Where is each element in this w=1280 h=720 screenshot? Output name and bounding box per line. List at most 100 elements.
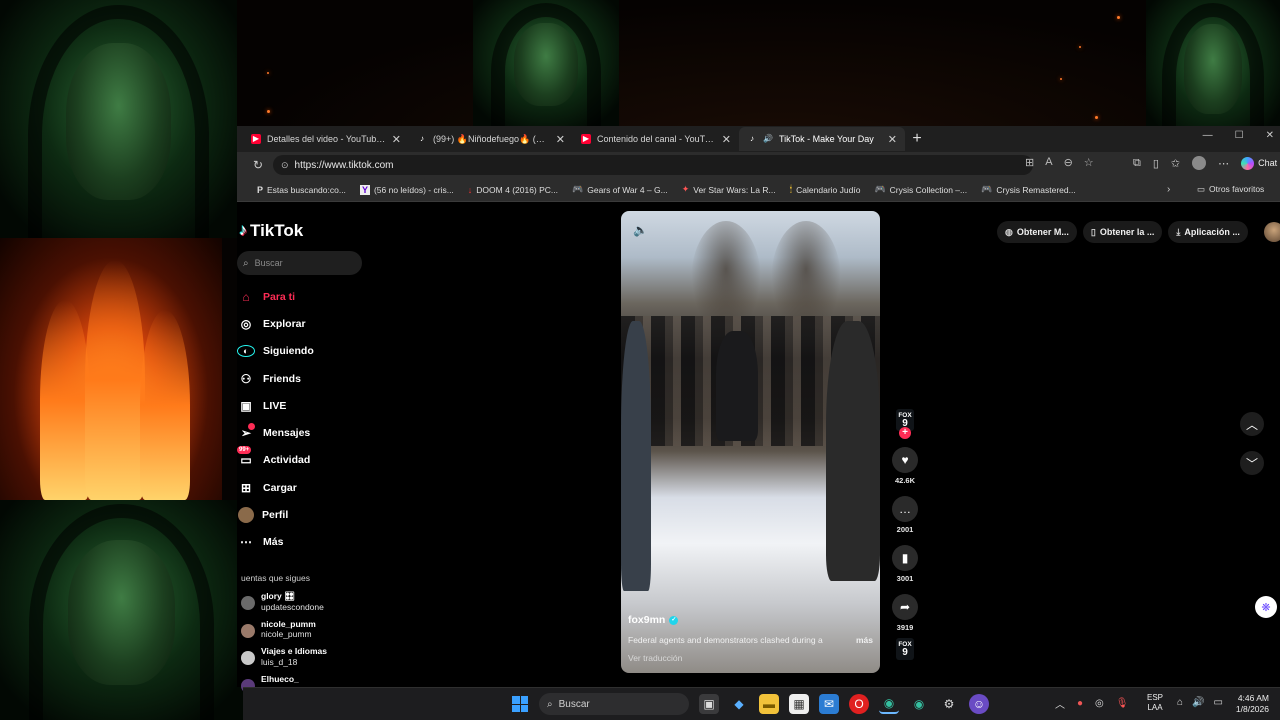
- download-icon: ↓: [467, 184, 473, 195]
- user-avatar[interactable]: [1263, 222, 1280, 242]
- profile-avatar[interactable]: [1192, 156, 1207, 170]
- share-count: 3919: [896, 623, 914, 632]
- bookmarks-bar: P Estas buscando:co... Y (56 no leídos) - …: [237, 178, 1280, 202]
- other-bookmarks[interactable]: ▭ Otros favoritos: [1197, 184, 1264, 195]
- more-link[interactable]: más: [856, 635, 873, 645]
- close-icon[interactable]: ✕: [722, 133, 731, 146]
- sidebar-item-actividad[interactable]: ▭ 99+ Actividad: [237, 446, 377, 474]
- following-account[interactable]: nicole_pumm nicole_pumm: [241, 619, 371, 647]
- windows-start-icon[interactable]: [512, 696, 528, 712]
- chevron-right-icon[interactable]: ›: [1167, 184, 1170, 195]
- clock[interactable]: 4:46 AM 1/8/2026: [1227, 693, 1269, 715]
- maximize-icon[interactable]: ☐: [1235, 130, 1244, 141]
- translate-icon[interactable]: A: [1045, 156, 1052, 169]
- like-button[interactable]: ♥ 42.6K: [892, 447, 918, 485]
- sidebar-item-perfil[interactable]: Perfil: [237, 501, 377, 528]
- sidebar-item-para-ti[interactable]: ⌂ Para ti: [237, 283, 377, 310]
- comment-button[interactable]: … 2001: [892, 496, 918, 534]
- menu-icon[interactable]: ⋯: [1218, 157, 1229, 170]
- favorites-icon[interactable]: ✩: [1171, 157, 1180, 170]
- phone-link-icon[interactable]: ▯: [1153, 157, 1159, 170]
- account-handle: luis_d_18: [261, 656, 298, 667]
- sidebar-item-live[interactable]: ▣ LIVE: [237, 392, 377, 419]
- speaker-icon[interactable]: 🔊: [763, 134, 773, 144]
- verified-icon: ✓: [669, 615, 679, 625]
- bookmark-item[interactable]: 🎮 Gears of War 4 – G...: [572, 184, 668, 195]
- url-field[interactable]: ⊙ https://www.tiktok.com: [273, 155, 1033, 175]
- store-icon[interactable]: ▦: [789, 694, 809, 714]
- site-info-icon[interactable]: ⊙: [281, 160, 289, 171]
- bookmark-item[interactable]: 🎮 Crysis Remastered...: [981, 184, 1076, 195]
- tray-app-icon[interactable]: ◎: [1095, 698, 1104, 709]
- bookmark-item[interactable]: 🎮 Crysis Collection –...: [874, 184, 967, 195]
- previous-video-button[interactable]: ︿: [1240, 412, 1264, 436]
- follow-plus-icon[interactable]: +: [899, 427, 911, 439]
- sound-avatar[interactable]: FOX 9: [896, 638, 914, 660]
- close-icon[interactable]: ✕: [556, 133, 565, 146]
- search-input[interactable]: ⌕ Buscar: [237, 251, 362, 275]
- creator-avatar[interactable]: FOX 9 +: [896, 409, 914, 439]
- tab-youtube-studio-content[interactable]: ▶ Contenido del canal - YouTube Studio ✕: [573, 127, 739, 151]
- file-explorer-icon[interactable]: ▬: [759, 694, 779, 714]
- reload-icon[interactable]: ↻: [247, 158, 269, 172]
- screen: ▶ Detalles del video - YouTube Studio ✕ …: [0, 0, 1280, 720]
- tiktok-logo[interactable]: ♪ TikTok: [239, 221, 303, 241]
- account-name: Viajes e Idiomas: [261, 646, 327, 656]
- copilot-button[interactable]: Chat: [1241, 156, 1277, 170]
- next-video-button[interactable]: ﹀: [1240, 451, 1264, 475]
- opera-icon[interactable]: O: [849, 694, 869, 714]
- bookmark-label: DOOM 4 (2016) PC...: [476, 184, 559, 195]
- tab-youtube-studio-details[interactable]: ▶ Detalles del video - YouTube Studio ✕: [243, 127, 409, 151]
- bookmark-item[interactable]: Y (56 no leídos) - cris...: [359, 184, 454, 195]
- tiktok-icon: ♪: [750, 134, 754, 143]
- desktop-app-button[interactable]: ⤓ Aplicación ...: [1168, 221, 1248, 243]
- close-icon[interactable]: ✕: [392, 133, 401, 146]
- extensions-icon[interactable]: ⧉: [1133, 157, 1141, 170]
- save-button[interactable]: ▮ 3001: [892, 545, 918, 583]
- sidebar-item-mas[interactable]: ⋯ Más: [237, 529, 377, 556]
- edge-icon[interactable]: ◉: [879, 694, 899, 714]
- sidebar-item-friends[interactable]: ⚇ Friends: [237, 365, 377, 392]
- get-coins-button[interactable]: ◍ Obtener M...: [997, 221, 1077, 243]
- chevron-up-icon[interactable]: ︿: [1055, 696, 1065, 711]
- tab-tiktok-active[interactable]: ♪ 🔊 TikTok - Make Your Day ✕: [739, 127, 905, 151]
- sidebar-item-explorar[interactable]: ◎ Explorar: [237, 310, 377, 337]
- video-author[interactable]: fox9mn ✓: [628, 614, 873, 626]
- tab-tiktok-profile[interactable]: ♪ (99+) 🔥Niñodefuego🔥 (@niofuego) ✕: [409, 127, 573, 151]
- mail-icon[interactable]: ✉: [819, 694, 839, 714]
- close-icon[interactable]: ✕: [888, 133, 897, 146]
- get-app-button[interactable]: ▯ Obtener la ...: [1082, 221, 1163, 243]
- sidebar-item-mensajes[interactable]: ➢ Mensajes: [237, 419, 377, 446]
- close-window-icon[interactable]: ✕: [1266, 130, 1274, 141]
- settings-icon[interactable]: ⚙: [939, 694, 959, 714]
- tray-app-icon[interactable]: ●: [1077, 698, 1083, 709]
- sidebar-item-cargar[interactable]: ⊞ Cargar: [237, 474, 377, 501]
- translate-link[interactable]: Ver traducción: [628, 653, 873, 663]
- following-account[interactable]: Viajes e Idiomas luis_d_18: [241, 646, 371, 674]
- volume-icon[interactable]: 🔈: [633, 223, 648, 237]
- microphone-icon[interactable]: 🎙: [1116, 698, 1129, 709]
- favorite-star-icon[interactable]: ☆: [1084, 156, 1094, 169]
- edge-beta-icon[interactable]: ◉: [909, 694, 929, 714]
- apps-icon[interactable]: ⊞: [1025, 156, 1034, 169]
- bookmark-item[interactable]: 🕯 Calendario Judío: [790, 184, 861, 195]
- following-account[interactable]: glory 🎛 updatescondone: [241, 591, 371, 619]
- zoom-icon[interactable]: ⊖: [1064, 156, 1073, 169]
- minimize-icon[interactable]: —: [1203, 130, 1213, 141]
- language-indicator[interactable]: ESP LAA: [1147, 693, 1163, 713]
- floating-extension-icon[interactable]: ❋: [1255, 596, 1277, 618]
- copilot-app-icon[interactable]: ◆: [729, 694, 749, 714]
- bookmark-item[interactable]: ✦ Ver Star Wars: La R...: [682, 184, 776, 195]
- new-tab-button[interactable]: +: [905, 130, 929, 148]
- account-handle: nicole_pumm: [261, 629, 312, 639]
- share-button[interactable]: ➦ 3919: [892, 594, 918, 632]
- sidebar-item-siguiendo[interactable]: ◐ Siguiendo: [237, 338, 377, 365]
- task-view-icon[interactable]: ▣: [699, 694, 719, 714]
- quick-settings[interactable]: ⌂ 🔊 ▭: [1177, 697, 1223, 708]
- video-player[interactable]: 🔈 fox9mn ✓ Federal agents and demonstrato…: [621, 211, 880, 673]
- bookmark-item[interactable]: P Estas buscando:co...: [257, 185, 346, 195]
- taskbar-search[interactable]: ⌕ Buscar: [539, 693, 689, 715]
- discord-icon[interactable]: ☺: [969, 694, 989, 714]
- bookmark-item[interactable]: ↓ DOOM 4 (2016) PC...: [468, 185, 558, 195]
- network-icon: ⌂: [1177, 697, 1184, 708]
